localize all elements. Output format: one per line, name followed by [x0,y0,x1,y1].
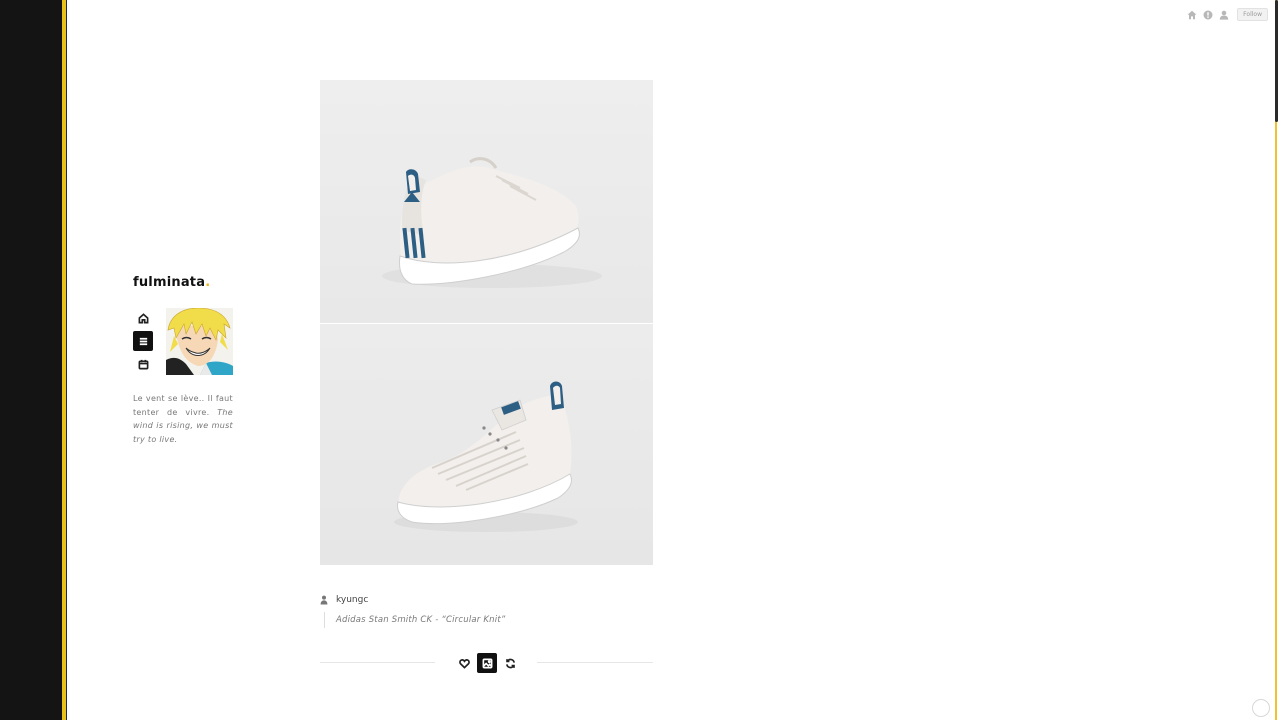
blog-title-text: fulminata [133,275,206,290]
theme-credit-icon[interactable] [1252,699,1270,717]
left-dark-panel [0,0,62,720]
post-caption: Adidas Stan Smith CK - “Circular Knit” [324,612,505,628]
caption-text: Adidas Stan Smith CK - “Circular Knit” [336,615,506,625]
user-icon [320,590,328,609]
avatar [166,308,233,375]
follow-button[interactable]: Follow [1237,8,1268,21]
photo-post-button[interactable] [477,653,497,673]
post-author[interactable]: kyungc [320,590,368,609]
menu-icon [139,337,147,345]
sneaker-back-view [382,157,602,288]
user-icon[interactable] [1219,10,1229,20]
refresh-icon [505,658,515,668]
home-icon[interactable] [1187,10,1197,20]
calendar-icon [138,359,148,369]
image-icon [482,658,492,668]
nav-home-button[interactable] [133,308,153,328]
scrollbar-thumb[interactable] [1275,0,1278,122]
blog-description: Le vent se lève.. Il faut tenter de vivr… [133,392,233,446]
sneaker-front-view [394,381,578,532]
help-icon[interactable] [1203,10,1213,20]
post-actions [454,653,520,673]
blog-title-dot: . [205,275,211,290]
reblog-button[interactable] [500,653,520,673]
heart-icon [458,658,470,669]
nav-archive-button[interactable] [133,354,153,374]
blog-title[interactable]: fulminata. [133,275,210,290]
home-icon [138,312,148,323]
nav-menu-button[interactable] [133,331,153,351]
divider-right [537,662,653,663]
divider-left [320,662,435,663]
tumblr-controls: Follow [1187,8,1268,21]
like-button[interactable] [454,653,474,673]
post-photo-1[interactable] [320,80,653,323]
author-name[interactable]: kyungc [336,595,368,605]
sidebar-nav [133,308,153,374]
left-accent-stripe-blue [66,0,67,720]
post-photo-2[interactable] [320,324,653,565]
